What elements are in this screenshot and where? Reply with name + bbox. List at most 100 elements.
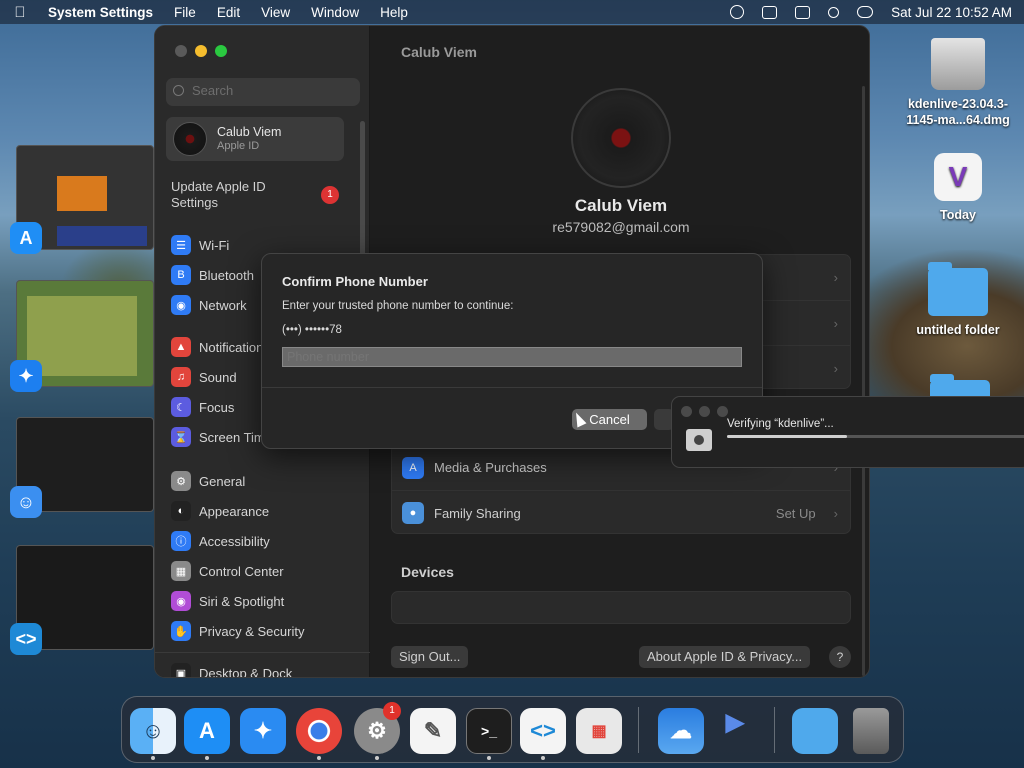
help-button[interactable]: ?	[829, 646, 851, 668]
sidebar-item-label: Focus	[199, 399, 235, 415]
sidebar-item-icon: ⚙	[171, 471, 191, 491]
downloads-folder-icon[interactable]	[792, 708, 838, 754]
desktop-folder[interactable]: untitled folder	[903, 262, 1013, 338]
update-badge: 1	[321, 186, 339, 204]
running-indicator	[317, 756, 321, 760]
app-store-icon[interactable]: A	[184, 708, 230, 754]
dock: ☺ A ✦ ⚙ 1 ✎ >_ <> ▦ ☁ ▶	[121, 696, 904, 763]
dialog-divider	[262, 387, 762, 388]
play-icon[interactable]	[730, 5, 745, 19]
dock-separator	[638, 707, 639, 753]
sidebar-item-control-center[interactable]: ▦ Control Center	[171, 560, 361, 582]
screen-mirror-icon[interactable]	[795, 5, 811, 19]
search-placeholder: Search	[192, 83, 234, 98]
verifying-window: Verifying “kdenlive”...	[671, 396, 1024, 468]
sidebar-item-label: Notifications	[199, 339, 270, 355]
sidebar-item-label: Desktop & Dock	[199, 665, 293, 678]
safari-icon[interactable]: ✦	[240, 708, 286, 754]
menu-help[interactable]: Help	[380, 5, 408, 20]
desktop-dmg[interactable]: kdenlive-23.04.3-1145-ma...64.dmg	[903, 38, 1013, 128]
desktop-today[interactable]: V Today	[903, 153, 1013, 223]
main-scrollbar[interactable]	[862, 86, 865, 676]
finder-icon[interactable]: ☺	[130, 708, 176, 754]
stage-finder-icon[interactable]: ☺	[10, 486, 42, 518]
sidebar-item-label: Wi-Fi	[199, 237, 230, 253]
family-sharing-row[interactable]: ● Family Sharing Set Up ›	[392, 490, 850, 535]
family-icon: ●	[402, 502, 424, 524]
menu-view[interactable]: View	[261, 5, 290, 20]
search-icon	[173, 85, 184, 96]
verifying-text: Verifying “kdenlive”...	[727, 418, 834, 430]
running-indicator	[375, 756, 379, 760]
running-indicator	[151, 756, 155, 760]
stage-vscode-icon[interactable]: <>	[10, 623, 42, 655]
close-button[interactable]	[175, 45, 187, 57]
trash-icon[interactable]	[853, 708, 889, 754]
sidebar-item-apple-id[interactable]: Calub Viem Apple ID	[166, 117, 344, 161]
devices-header: Devices	[401, 564, 454, 580]
stage-safari-icon[interactable]: ✦	[10, 360, 42, 392]
running-indicator	[487, 756, 491, 760]
dialog-title: Confirm Phone Number	[282, 274, 428, 289]
window-controls	[681, 406, 728, 417]
zoom-button[interactable]	[717, 406, 728, 417]
weather-icon[interactable]: ☁	[658, 708, 704, 754]
dialog-subtitle: Enter your trusted phone number to conti…	[282, 300, 514, 312]
sidebar-item-general[interactable]: ⚙ General	[171, 470, 361, 492]
zoom-button[interactable]	[215, 45, 227, 57]
menu-file[interactable]: File	[174, 5, 196, 20]
profile-name: Calub Viem	[574, 196, 668, 215]
devices-group	[391, 591, 851, 624]
sidebar-item-icon: ♫	[171, 367, 191, 387]
update-apple-id-settings[interactable]: Update Apple ID Settings	[171, 179, 301, 211]
search-input[interactable]: Search	[166, 78, 360, 106]
sidebar-item-icon: B	[171, 265, 191, 285]
account-sub: Apple ID	[217, 140, 260, 152]
profile-avatar[interactable]	[571, 88, 671, 188]
sidebar-item-siri-spotlight[interactable]: ◉ Siri & Spotlight	[171, 590, 361, 612]
menu-datetime[interactable]: Sat Jul 22 10:52 AM	[891, 5, 1012, 20]
app-store-icon: A	[402, 456, 424, 479]
kdenlive-icon[interactable]: ▶	[712, 699, 758, 745]
search-icon[interactable]	[828, 6, 840, 18]
dock-separator	[774, 707, 775, 753]
desktop-today-label: Today	[940, 208, 976, 222]
phone-number-input[interactable]	[282, 347, 742, 367]
sidebar-item-desktop-dock[interactable]: ▣ Desktop & Dock	[171, 662, 361, 678]
stage-appstore-icon[interactable]: A	[10, 222, 42, 254]
sidebar-item-icon: ✋	[171, 621, 191, 641]
minimize-button[interactable]	[699, 406, 710, 417]
folder-icon	[928, 262, 988, 316]
sidebar-item-privacy-security[interactable]: ✋ Privacy & Security	[171, 620, 361, 642]
sidebar-item-label: Privacy & Security	[199, 623, 305, 639]
control-center-icon[interactable]	[857, 6, 874, 18]
minimize-button[interactable]	[195, 45, 207, 57]
window-controls	[175, 45, 227, 57]
sidebar-item-icon: ◐	[171, 501, 191, 521]
chrome-icon[interactable]	[296, 708, 342, 754]
sidebar-item-appearance[interactable]: ◐ Appearance	[171, 500, 361, 522]
vscode-icon[interactable]: <>	[520, 708, 566, 754]
running-indicator	[205, 756, 209, 760]
apple-icon[interactable]: 	[12, 4, 28, 21]
menu-window[interactable]: Window	[311, 5, 359, 20]
stage-manager-icon[interactable]	[762, 5, 778, 19]
terminal-icon[interactable]: >_	[466, 708, 512, 754]
sign-out-button[interactable]: Sign Out...	[391, 646, 469, 668]
sidebar-item-icon: ◉	[171, 591, 191, 611]
menu-app-name[interactable]: System Settings	[48, 5, 153, 20]
launchpad-icon[interactable]: ▦	[576, 708, 622, 754]
sidebar-item-label: Network	[199, 297, 247, 313]
sidebar-item-accessibility[interactable]: ⓘ Accessibility	[171, 530, 361, 552]
visual-studio-icon: V	[934, 153, 982, 201]
menu-edit[interactable]: Edit	[217, 5, 240, 20]
profile-email: re579082@gmail.com	[552, 219, 690, 235]
sidebar-item-icon: ▲	[171, 337, 191, 357]
masked-phone: (•••) ••••••78	[282, 324, 342, 336]
about-privacy-button[interactable]: About Apple ID & Privacy...	[639, 646, 811, 668]
sidebar-item-icon: ◉	[171, 295, 191, 315]
sidebar-item-icon: ⌛	[171, 427, 191, 447]
settings-badge: 1	[383, 702, 401, 720]
textedit-icon[interactable]: ✎	[410, 708, 456, 754]
close-button[interactable]	[681, 406, 692, 417]
